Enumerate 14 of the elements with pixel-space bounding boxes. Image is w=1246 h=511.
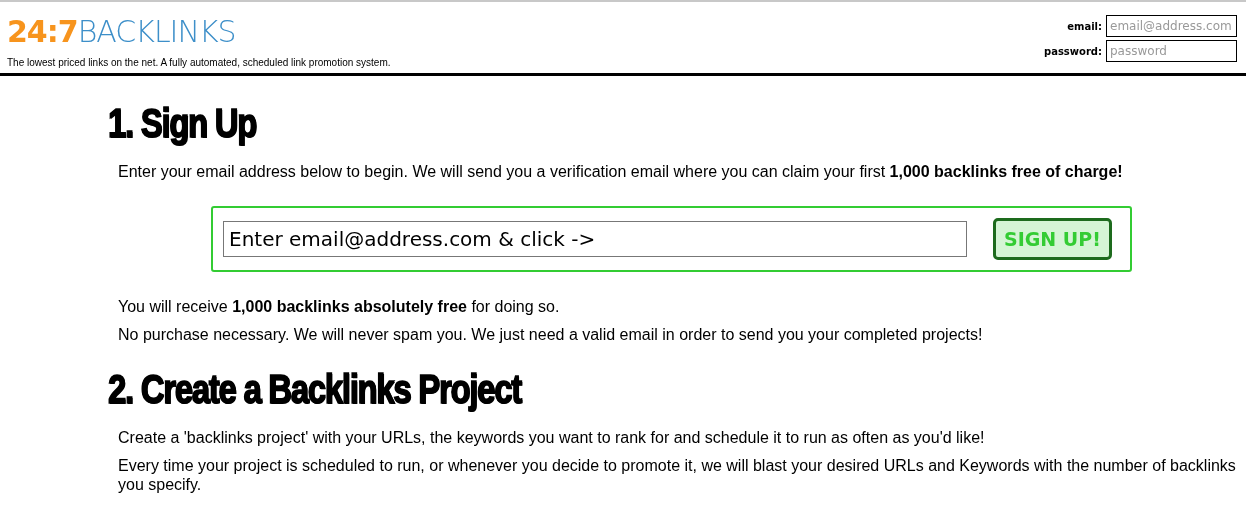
paragraph: Every time your project is scheduled to run, or whenever you decide to promote it, we will blast your desired URLs and Keywords with the number of backlinks you specify. [117,456,1237,494]
field-label: email: [1067,19,1102,34]
paragraph: No purchase necessary. We will never spam you. We just need a valid email in order to send you your completed projects! [117,325,984,344]
section-heading: 2. Create a Backlinks Project [108,369,521,409]
section-heading: 1. Sign Up [108,103,257,143]
paragraph: Create a 'backlinks project' with your URLs, the keywords you want to rank for and schedule it to run as often as you'd like! [117,428,986,447]
paragraph: You will receive 1,000 backlinks absolutely free for doing so. [117,297,561,316]
email-input[interactable]: Enter email@address.com & click -> [223,221,967,257]
logo: 24:7BACKLINKS [7,13,237,47]
input-field[interactable]: email@address.com [1106,15,1237,37]
input-field[interactable]: password [1106,40,1237,62]
paragraph: Enter your email address below to begin. We will send you a verification email where you can claim your first 1,000 backlinks free of charge! [117,162,1124,181]
field-label: password: [1044,44,1102,59]
tagline: The lowest priced links on the net. A fully automated, scheduled link promotion system. [7,56,391,70]
